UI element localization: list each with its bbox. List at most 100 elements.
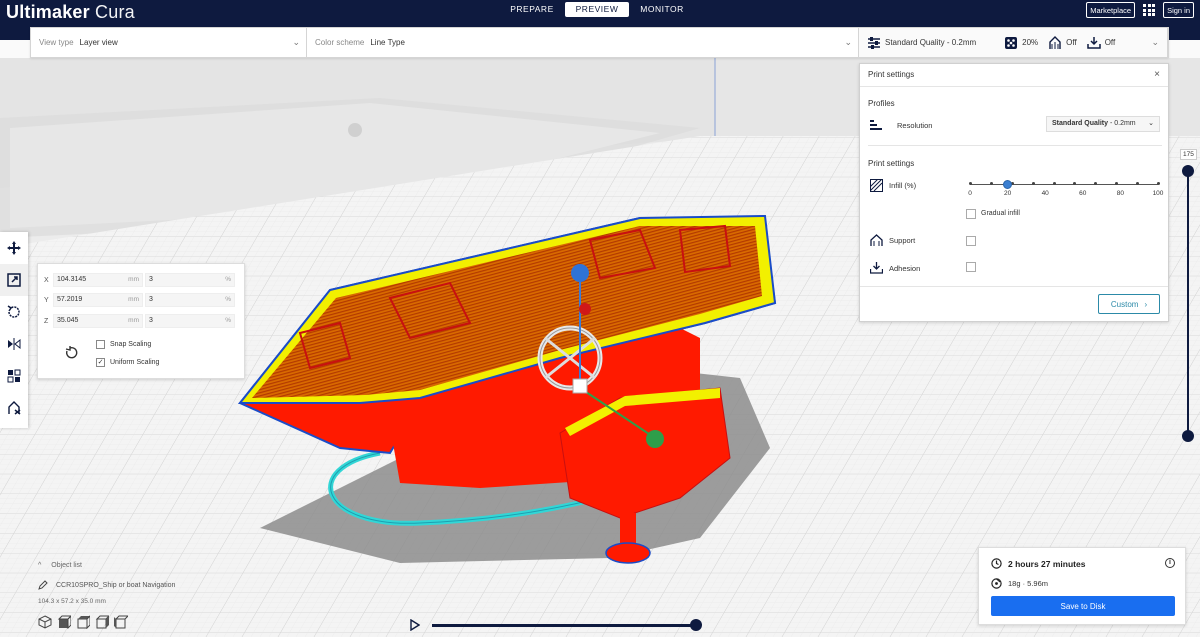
object-list-toggle[interactable]: ^ Object list bbox=[38, 562, 82, 569]
scale-panel: X 104.3145 mm 3% Y 57.2019 mm 3% Z 35.045 m… bbox=[37, 263, 245, 379]
custom-button[interactable]: Custom › bbox=[1098, 294, 1160, 314]
app-title-bold: Ultimaker bbox=[6, 2, 90, 22]
snap-scaling-label: Snap Scaling bbox=[110, 341, 152, 348]
signin-button[interactable]: Sign in bbox=[1163, 2, 1194, 18]
print-estimate-panel: 2 hours 27 minutes i 18g · 5.96m Save to… bbox=[978, 547, 1186, 625]
layer-number[interactable]: 175 bbox=[1180, 149, 1197, 160]
infill-slider-track[interactable] bbox=[970, 184, 1158, 185]
resolution-icon bbox=[870, 120, 882, 130]
slider-tick bbox=[969, 182, 972, 185]
tab-prepare[interactable]: PREPARE bbox=[500, 2, 564, 17]
adhesion-value: Off bbox=[1104, 38, 1116, 47]
chevron-down-icon: ⌄ bbox=[1148, 120, 1154, 127]
infill-label: Infill (%) bbox=[889, 181, 917, 190]
camera-view-buttons bbox=[38, 614, 130, 630]
support-checkbox[interactable] bbox=[966, 236, 976, 246]
section-divider bbox=[868, 145, 1162, 146]
print-time-row: 2 hours 27 minutes bbox=[991, 558, 1085, 569]
slider-tick bbox=[989, 182, 993, 185]
scale-y-percent-input[interactable]: 3% bbox=[145, 293, 235, 307]
apps-grid-icon[interactable] bbox=[1143, 4, 1156, 16]
chevron-down-icon: ⌄ bbox=[844, 37, 852, 47]
clock-icon bbox=[991, 558, 1002, 569]
support-row: Support bbox=[870, 234, 915, 247]
uniform-scaling-checkbox[interactable]: ✓ Uniform Scaling bbox=[96, 358, 159, 367]
print-time: 2 hours 27 minutes bbox=[1008, 558, 1086, 569]
footer-divider bbox=[860, 286, 1168, 287]
close-icon[interactable]: × bbox=[1154, 69, 1160, 80]
slider-tick-label: 0 bbox=[968, 190, 972, 197]
slider-tick-label: 20 bbox=[1003, 190, 1012, 197]
app-title-light: Cura bbox=[95, 2, 135, 22]
material-usage: 18g · 5.96m bbox=[1008, 579, 1049, 588]
marketplace-button[interactable]: Marketplace bbox=[1086, 2, 1136, 18]
resolution-suffix: - 0.2mm bbox=[1108, 120, 1136, 127]
info-icon[interactable]: i bbox=[1165, 558, 1175, 568]
scale-y-mm-input[interactable]: 57.2019 mm bbox=[53, 293, 143, 307]
infill-slider-handle[interactable] bbox=[1003, 180, 1013, 189]
quality-value: Standard Quality - 0.2mm bbox=[885, 38, 977, 47]
print-settings-header: Print settings × bbox=[860, 64, 1168, 87]
infill-pattern-icon bbox=[870, 179, 883, 192]
pencil-icon[interactable] bbox=[38, 580, 48, 590]
stage-tabs: PREPARE PREVIEW MONITOR bbox=[500, 2, 695, 17]
object-file-name: CCR10SPRO_Ship or boat Navigation bbox=[56, 581, 176, 589]
reset-icon[interactable] bbox=[64, 346, 78, 360]
adhesion-checkbox[interactable] bbox=[966, 262, 976, 272]
layer-slider-bottom-handle[interactable] bbox=[1182, 430, 1194, 442]
settings-sliders-icon bbox=[868, 36, 880, 49]
support-icon bbox=[870, 234, 883, 246]
play-icon[interactable] bbox=[410, 619, 420, 631]
resolution-value: Standard Quality bbox=[1052, 120, 1109, 127]
layer-slider-top-handle[interactable] bbox=[1182, 165, 1194, 177]
right-view-icon[interactable] bbox=[114, 615, 130, 629]
object-file-row: CCR10SPRO_Ship or boat Navigation bbox=[38, 580, 175, 590]
tab-monitor[interactable]: MONITOR bbox=[630, 2, 694, 17]
save-to-disk-button[interactable]: Save to Disk bbox=[991, 596, 1175, 616]
move-tool-button[interactable] bbox=[0, 232, 28, 264]
resolution-label: Resolution bbox=[897, 121, 933, 130]
view-type-label: View type bbox=[39, 38, 74, 47]
left-view-icon[interactable] bbox=[95, 615, 111, 629]
scale-z-mm-input[interactable]: 35.045 mm bbox=[53, 314, 143, 328]
view-type-dropdown[interactable]: View type Layer view ⌄ bbox=[31, 28, 307, 57]
uniform-scaling-label: Uniform Scaling bbox=[110, 359, 160, 366]
front-view-icon[interactable] bbox=[57, 614, 73, 630]
gradual-infill-label: Gradual infill bbox=[981, 210, 1020, 217]
snap-scaling-checkbox[interactable]: Snap Scaling bbox=[96, 340, 151, 349]
slider-tick bbox=[1052, 182, 1056, 185]
chevron-down-icon: ⌄ bbox=[292, 37, 300, 47]
color-scheme-dropdown[interactable]: Color scheme Line Type ⌄ bbox=[307, 28, 859, 57]
resolution-row: Resolution bbox=[870, 119, 932, 132]
scale-tool-button[interactable] bbox=[0, 264, 28, 296]
mirror-icon bbox=[8, 338, 21, 350]
3d-view-icon[interactable] bbox=[38, 615, 52, 629]
adhesion-icon bbox=[1086, 36, 1101, 49]
rotate-tool-button[interactable] bbox=[0, 296, 28, 328]
scale-z-percent-input[interactable]: 3% bbox=[145, 314, 235, 328]
print-setup-selector[interactable]: Standard Quality - 0.2mm 20% Off Off ⌄ bbox=[859, 28, 1168, 57]
path-slider-track[interactable] bbox=[432, 624, 696, 627]
per-model-settings-button[interactable] bbox=[0, 360, 28, 392]
layer-slider-track[interactable] bbox=[1187, 170, 1189, 436]
support-blocker-button[interactable] bbox=[0, 392, 28, 424]
uniform-scaling-box[interactable]: ✓ bbox=[96, 358, 105, 367]
scale-x-percent-input[interactable]: 3% bbox=[145, 273, 235, 287]
snap-scaling-box[interactable] bbox=[96, 340, 105, 349]
path-slider-handle[interactable] bbox=[690, 619, 702, 631]
spool-icon bbox=[991, 578, 1002, 589]
view-type-value: Layer view bbox=[79, 38, 118, 47]
mirror-tool-button[interactable] bbox=[0, 328, 28, 360]
gradual-infill-checkbox[interactable] bbox=[966, 209, 976, 219]
resolution-dropdown[interactable]: Standard Quality - 0.2mm ⌄ bbox=[1046, 116, 1160, 132]
slider-tick-label: 100 bbox=[1152, 190, 1164, 197]
top-view-icon[interactable] bbox=[76, 614, 91, 630]
profiles-heading: Profiles bbox=[868, 99, 895, 108]
scale-icon bbox=[7, 273, 21, 287]
adhesion-row: Adhesion bbox=[870, 262, 920, 275]
header-actions: Marketplace Sign in bbox=[1086, 2, 1194, 18]
scale-x-mm-input[interactable]: 104.3145 mm bbox=[53, 273, 143, 287]
tab-preview[interactable]: PREVIEW bbox=[565, 2, 629, 17]
tool-sidebar bbox=[0, 232, 28, 428]
custom-label: Custom bbox=[1110, 299, 1139, 309]
